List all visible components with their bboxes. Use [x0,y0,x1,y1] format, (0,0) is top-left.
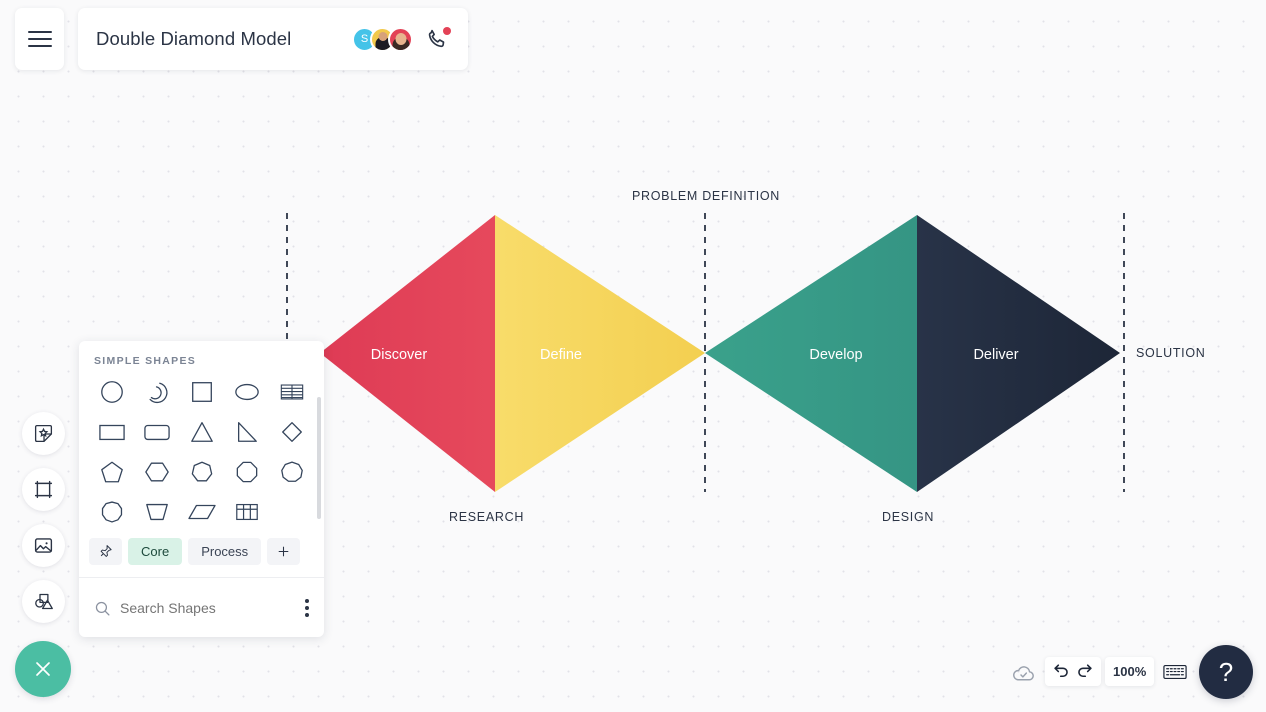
shape-item-ellipse[interactable] [224,375,269,409]
table-lines-icon [280,384,303,400]
band-label-solution: SOLUTION [1136,346,1206,360]
shape-item-table-lines[interactable] [269,375,314,409]
sticker-star-icon [34,424,53,443]
hamburger-menu-button[interactable] [15,8,64,70]
phase-label-develop: Develop [809,347,862,363]
shape-item-triangle[interactable] [179,415,224,449]
shape-grid [79,367,324,529]
document-title-bar: Double Diamond Model S [78,8,468,70]
phase-shape-deliver[interactable] [917,215,1120,492]
shape-item-rectangle[interactable] [89,415,134,449]
shape-item-hexagon[interactable] [134,455,179,489]
undo-icon [1054,664,1068,678]
tab-process[interactable]: Process [188,538,262,565]
phase-shape-define[interactable] [495,215,705,492]
arc-icon [148,382,168,404]
shape-cell-empty [269,495,314,529]
sidebar-item-stickers[interactable] [22,412,65,455]
right-triangle-icon [237,422,257,442]
circle-icon [100,381,123,403]
tab-core[interactable]: Core [128,538,183,565]
help-button[interactable]: ? [1199,645,1253,699]
shape-item-decagon[interactable] [89,495,134,529]
hexagon-icon [144,462,169,482]
canvas-workspace[interactable]: Discover Define Develop Deliver PROBLEM … [0,0,1266,712]
phase-shape-discover[interactable] [320,215,495,492]
triangle-icon [190,422,213,442]
shape-item-arc[interactable] [134,375,179,409]
shapes-panel-heading: SIMPLE SHAPES [94,355,197,367]
collaborator-avatars: S [352,26,413,52]
rectangle-icon [98,424,125,441]
tab-pinned[interactable] [89,538,122,565]
sidebar-item-shapes[interactable] [22,580,65,623]
shape-item-square[interactable] [179,375,224,409]
square-icon [191,382,212,402]
close-icon [36,662,50,676]
hamburger-menu-icon [27,26,52,51]
kebab-menu-icon[interactable] [305,599,309,617]
search-icon [95,601,110,616]
avatar[interactable] [388,26,413,52]
phase-shape-develop[interactable] [705,215,917,492]
shape-search-row [79,579,324,637]
zoom-level-indicator[interactable]: 100% [1105,657,1155,686]
redo-icon [1078,664,1092,678]
shape-item-trapezoid[interactable] [134,495,179,529]
shape-library-tabs: Core Process [79,538,324,578]
trapezoid-icon [145,503,168,521]
shape-item-nonagon[interactable] [269,455,314,489]
image-icon [34,538,53,553]
undo-button[interactable] [1052,662,1071,681]
shape-item-heptagon[interactable] [179,455,224,489]
shape-item-parallelogram[interactable] [179,495,224,529]
phone-call-button[interactable] [424,26,451,52]
shape-item-right-triangle[interactable] [224,415,269,449]
cloud-saved-icon [1013,666,1034,681]
pin-icon [100,545,112,557]
sidebar-item-frames[interactable] [22,468,65,511]
sidebar-item-images[interactable] [22,524,65,567]
shape-item-circle[interactable] [89,375,134,409]
shapes-panel-scrollbar[interactable] [317,397,321,519]
table-grid-icon [235,503,258,521]
band-label-design: DESIGN [882,510,935,524]
undo-redo-group [1045,657,1101,686]
shapes-icon [35,593,53,610]
left-tool-rail [22,412,65,636]
parallelogram-icon [187,504,216,520]
ellipse-icon [234,383,259,401]
nonagon-icon [280,461,303,482]
rounded-rectangle-icon [143,424,170,441]
phase-label-deliver: Deliver [973,347,1018,363]
diamond-icon [281,422,302,442]
phase-label-define: Define [540,347,582,363]
frame-icon [34,480,53,499]
octagon-icon [236,461,257,483]
redo-button[interactable] [1075,662,1094,681]
cloud-saved-button[interactable] [1011,661,1036,691]
help-label: ? [1218,656,1234,687]
keyboard-shortcuts-button[interactable] [1163,661,1187,688]
band-label-problem-definition: PROBLEM DEFINITION [632,189,781,203]
shape-item-table-grid[interactable] [224,495,269,529]
shape-item-diamond[interactable] [269,415,314,449]
plus-icon [278,546,289,557]
tab-add-library[interactable] [267,538,301,565]
close-panel-button[interactable] [15,641,71,697]
pentagon-icon [100,461,123,483]
keyboard-icon [1163,664,1187,680]
shape-item-octagon[interactable] [224,455,269,489]
phase-label-discover: Discover [371,347,428,363]
shape-item-pentagon[interactable] [89,455,134,489]
call-notification-dot [443,27,451,35]
page-title[interactable]: Double Diamond Model [96,28,352,50]
heptagon-icon [191,461,212,482]
shape-item-rounded-rectangle[interactable] [134,415,179,449]
search-input[interactable] [120,600,305,616]
shapes-panel[interactable]: SIMPLE SHAPES Core Process Search Shapes [79,341,324,637]
decagon-icon [101,501,122,523]
band-label-research: RESEARCH [449,510,525,524]
